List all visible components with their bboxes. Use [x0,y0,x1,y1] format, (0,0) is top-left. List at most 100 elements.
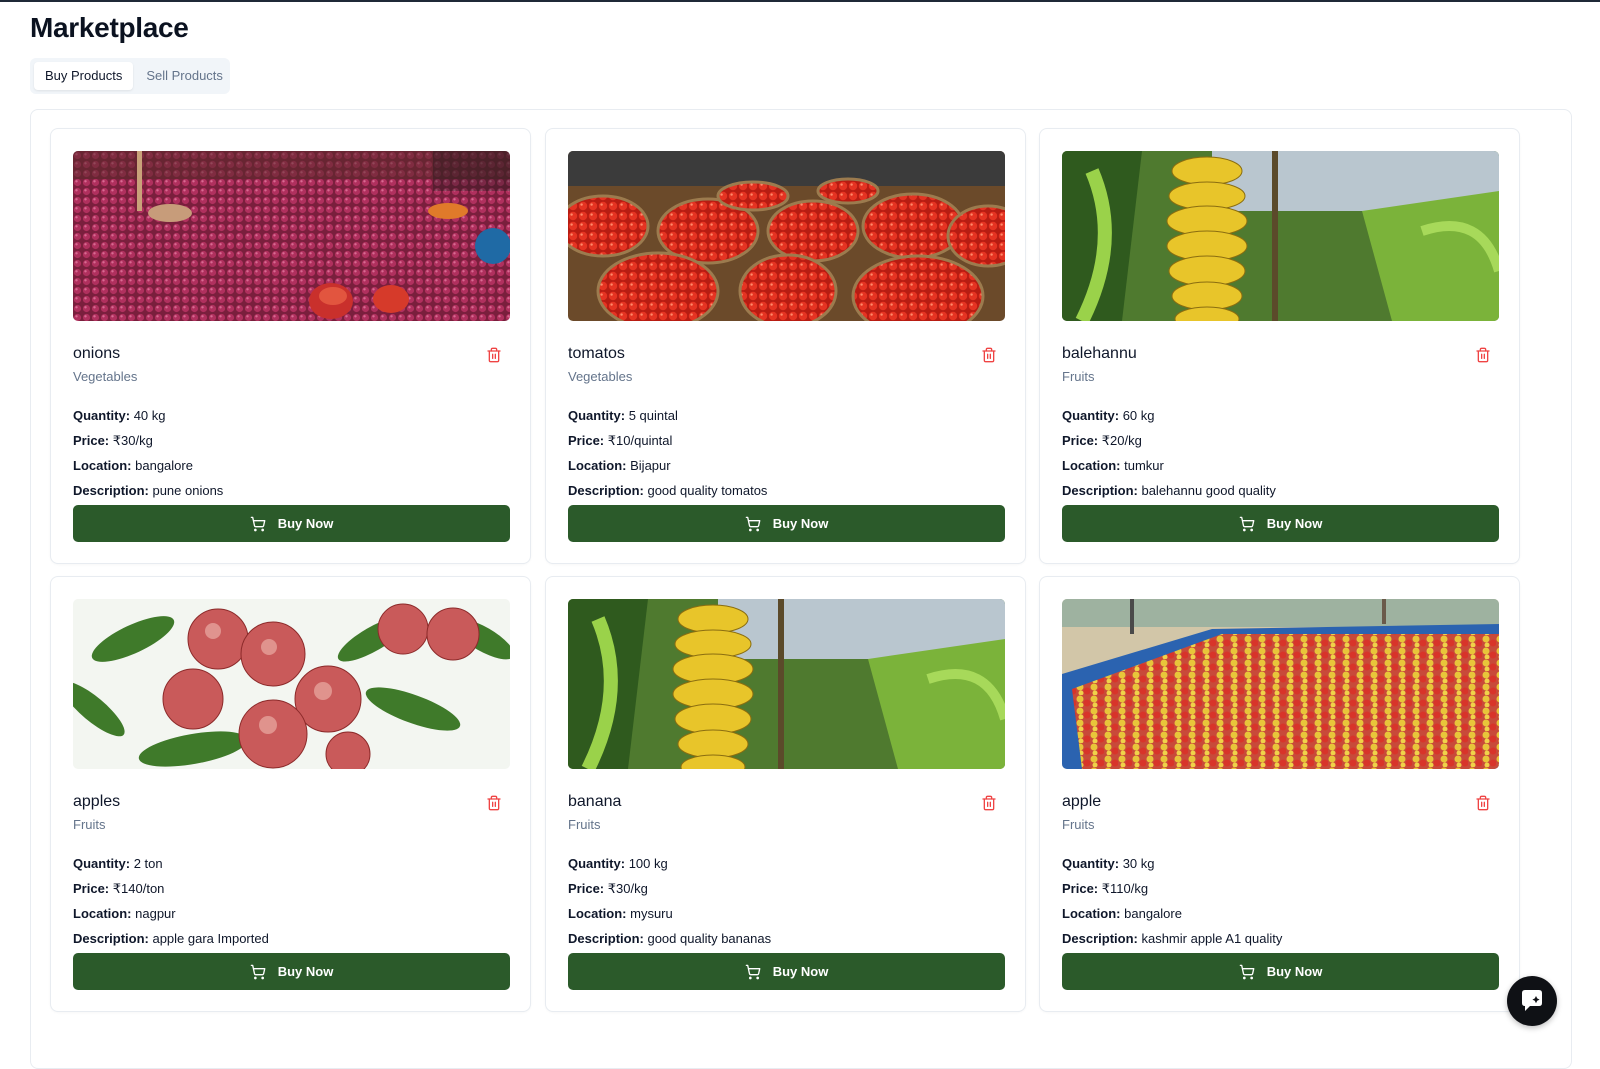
trash-icon[interactable] [1475,347,1491,363]
product-details: Quantity: 2 ton Price: ₹140/ton Location… [73,855,269,955]
trash-icon[interactable] [1475,795,1491,811]
quantity-label: Quantity: [1062,856,1120,871]
location-label: Location: [568,458,627,473]
price-row: Price: ₹30/kg [73,432,223,457]
price-value: ₹140/ton [112,881,165,896]
quantity-row: Quantity: 2 ton [73,855,269,880]
location-value: mysuru [630,906,673,921]
location-value: Bijapur [630,458,671,473]
location-label: Location: [1062,906,1121,921]
quantity-value: 60 kg [1122,408,1155,423]
quantity-row: Quantity: 60 kg [1062,407,1276,432]
chat-button[interactable] [1507,976,1557,1026]
product-category: Fruits [568,817,601,832]
quantity-label: Quantity: [1062,408,1120,423]
description-value: good quality tomatos [647,483,768,498]
price-value: ₹20/kg [1101,433,1142,448]
location-value: nagpur [135,906,176,921]
tab-list: Buy Products Sell Products [30,58,230,94]
quantity-label: Quantity: [73,408,131,423]
location-row: Location: tumkur [1062,457,1276,482]
cart-icon [1239,516,1255,531]
cart-icon [250,964,266,979]
product-image [1062,599,1499,769]
description-label: Description: [73,931,149,946]
location-value: bangalore [1124,906,1182,921]
quantity-label: Quantity: [568,408,626,423]
location-row: Location: bangalore [73,457,223,482]
product-category: Fruits [1062,817,1095,832]
product-image [73,599,510,769]
product-card: apple Fruits Quantity: 30 kg Price: ₹110… [1039,576,1520,1012]
description-row: Description: good quality tomatos [568,482,767,507]
price-row: Price: ₹110/kg [1062,880,1282,905]
description-row: Description: pune onions [73,482,223,507]
price-row: Price: ₹30/kg [568,880,771,905]
product-card: tomatos Vegetables Quantity: 5 quintal P… [545,128,1026,564]
quantity-label: Quantity: [568,856,626,871]
price-label: Price: [1062,433,1099,448]
location-label: Location: [73,906,132,921]
buy-now-button[interactable]: Buy Now [73,953,510,990]
price-row: Price: ₹10/quintal [568,432,767,457]
product-category: Vegetables [73,369,138,384]
tab-sell-products[interactable]: Sell Products [135,62,234,90]
quantity-label: Quantity: [73,856,131,871]
product-image [568,151,1005,321]
quantity-value: 2 ton [133,856,163,871]
price-label: Price: [73,881,110,896]
trash-icon[interactable] [981,795,997,811]
buy-now-label: Buy Now [277,964,334,979]
product-details: Quantity: 5 quintal Price: ₹10/quintal L… [568,407,767,507]
product-name: apples [73,793,121,810]
buy-now-button[interactable]: Buy Now [1062,953,1499,990]
buy-now-button[interactable]: Buy Now [73,505,510,542]
product-card: onions Vegetables Quantity: 40 kg Price:… [50,128,531,564]
description-label: Description: [568,931,644,946]
quantity-row: Quantity: 100 kg [568,855,771,880]
product-image [568,599,1005,769]
location-value: tumkur [1124,458,1164,473]
product-name: tomatos [568,345,625,362]
product-image [1062,151,1499,321]
buy-now-button[interactable]: Buy Now [568,505,1005,542]
price-label: Price: [73,433,110,448]
buy-now-button[interactable]: Buy Now [568,953,1005,990]
cart-icon [250,516,266,531]
description-row: Description: kashmir apple A1 quality [1062,930,1282,955]
product-details: Quantity: 30 kg Price: ₹110/kg Location:… [1062,855,1282,955]
quantity-value: 40 kg [133,408,166,423]
buy-now-label: Buy Now [772,964,829,979]
location-row: Location: Bijapur [568,457,767,482]
price-label: Price: [568,433,605,448]
price-value: ₹10/quintal [607,433,673,448]
trash-icon[interactable] [486,347,502,363]
tab-buy-products[interactable]: Buy Products [34,62,134,90]
description-label: Description: [568,483,644,498]
location-label: Location: [73,458,132,473]
description-row: Description: good quality bananas [568,930,771,955]
product-details: Quantity: 60 kg Price: ₹20/kg Location: … [1062,407,1276,507]
buy-now-label: Buy Now [1266,516,1323,531]
product-details: Quantity: 40 kg Price: ₹30/kg Location: … [73,407,223,507]
quantity-row: Quantity: 5 quintal [568,407,767,432]
quantity-row: Quantity: 30 kg [1062,855,1282,880]
trash-icon[interactable] [981,347,997,363]
buy-now-label: Buy Now [772,516,829,531]
buy-now-button[interactable]: Buy Now [1062,505,1499,542]
location-value: bangalore [135,458,193,473]
description-value: pune onions [152,483,224,498]
location-row: Location: mysuru [568,905,771,930]
location-row: Location: bangalore [1062,905,1282,930]
product-card: apples Fruits Quantity: 2 ton Price: ₹14… [50,576,531,1012]
cart-icon [745,516,761,531]
cart-icon [745,964,761,979]
product-details: Quantity: 100 kg Price: ₹30/kg Location:… [568,855,771,955]
top-border [0,0,1600,2]
price-label: Price: [568,881,605,896]
description-value: good quality bananas [647,931,772,946]
product-name: banana [568,793,622,810]
trash-icon[interactable] [486,795,502,811]
location-row: Location: nagpur [73,905,269,930]
product-category: Fruits [1062,369,1095,384]
